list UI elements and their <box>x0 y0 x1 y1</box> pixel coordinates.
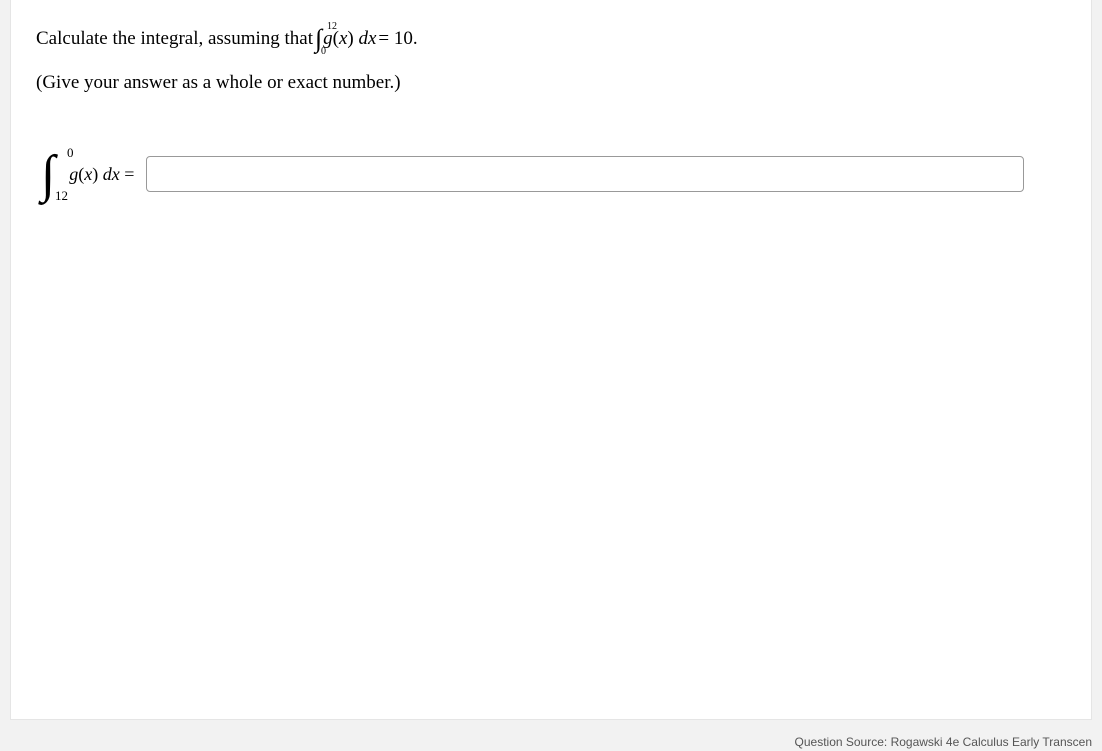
question-prompt: Calculate the integral, assuming that ∫ … <box>36 25 1066 54</box>
question-source-footer: Question Source: Rogawski 4e Calculus Ea… <box>795 733 1092 751</box>
answer-hint: (Give your answer as a whole or exact nu… <box>36 72 1066 94</box>
answer-input[interactable] <box>146 156 1024 192</box>
inline-integral-lower: 0 <box>321 48 326 56</box>
question-card: Calculate the integral, assuming that ∫ … <box>10 0 1092 720</box>
answer-integral-symbol: ∫ 0 12 <box>41 154 55 196</box>
answer-integral-lower: 12 <box>55 191 68 201</box>
answer-integrand: g(x) dx = <box>69 164 134 185</box>
inline-integral-symbol: ∫ 12 0 <box>315 29 322 50</box>
answer-row: ∫ 0 12 g(x) dx = <box>36 154 1066 196</box>
inline-integral-upper: 12 <box>327 23 337 31</box>
prompt-text-before: Calculate the integral, assuming that <box>36 25 313 54</box>
answer-integral-upper: 0 <box>67 148 74 158</box>
inline-equals-value: = 10. <box>378 25 417 54</box>
